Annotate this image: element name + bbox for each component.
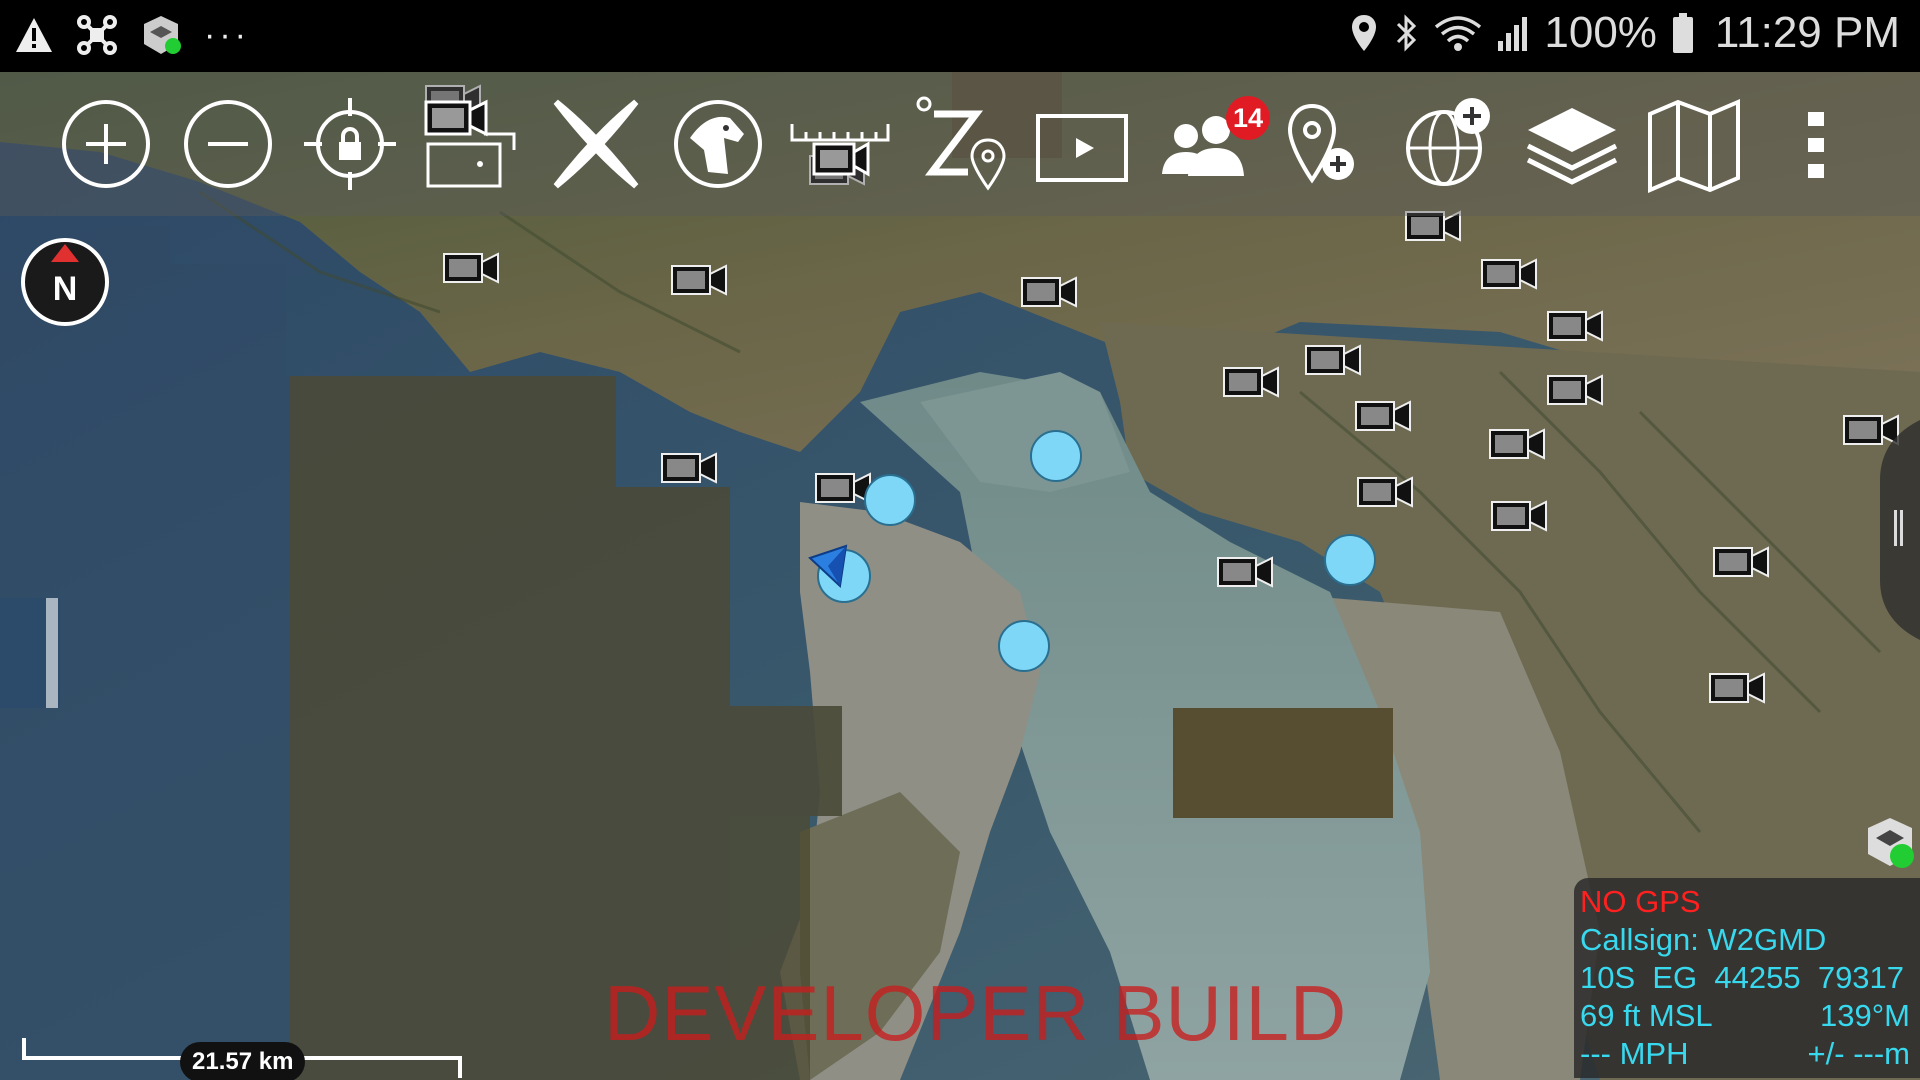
status-bar: ··· 100% 11:29 PM [0,0,1920,72]
point-dropper-button[interactable] [1278,94,1378,194]
layers-icon [1526,108,1618,185]
side-drawer-handle[interactable] [1878,420,1920,640]
video-overlay-button[interactable] [424,94,524,194]
point-marker[interactable] [864,474,916,526]
maps-button[interactable] [1644,94,1744,194]
tak-status-icon[interactable] [1862,814,1920,870]
compass-button[interactable]: N [19,236,111,328]
contacts-button[interactable]: 14 [1156,94,1270,194]
x-icon [553,99,639,189]
self-info-panel[interactable]: NO GPS Callsign: W2GMD 10S EG 44255 7931… [1574,878,1920,1078]
scale-bar: 21.57 km [22,1038,462,1080]
map-toolbar: 14 [0,72,1920,216]
video-window-icon [424,99,516,188]
video-player-button[interactable] [1034,94,1134,194]
globe-plus-icon [1406,98,1490,186]
warning-icon [14,16,54,54]
speed: --- MPH [1580,1036,1689,1071]
range-bearing-button[interactable] [912,94,1012,194]
drone-icon [76,14,118,56]
x-tool-button[interactable] [546,94,646,194]
video-marker[interactable] [1304,342,1364,378]
wifi-icon [1434,13,1482,53]
bluetooth-icon [1392,13,1420,53]
battery-percent: 100% [1544,8,1657,57]
map-view[interactable]: DEVELOPER BUILD 21.57 km NO GPS Callsign… [0,72,1920,1080]
self-position-marker[interactable] [806,540,876,610]
crosshair-lock-icon [304,98,396,190]
video-marker[interactable] [1216,554,1276,590]
clock: 11:29 PM [1714,8,1900,57]
add-point-icon [1287,103,1354,184]
video-marker[interactable] [1222,364,1282,400]
video-marker[interactable] [1020,274,1080,310]
folded-map-icon [1648,98,1740,194]
video-ruler-icon [790,124,890,177]
battery-icon [1671,12,1695,54]
range-bearing-icon [916,96,1006,191]
video-marker[interactable] [1480,256,1540,292]
layers-button[interactable] [1522,94,1622,194]
overflow-menu-button[interactable] [1766,94,1866,194]
gps-status: NO GPS [1580,884,1701,919]
video-marker[interactable] [1712,544,1772,580]
grid-coordinate: 10S EG 44255 79317 [1580,960,1905,995]
more-dots-icon: ··· [204,15,250,54]
tak-icon [140,14,182,56]
bloodhound-button[interactable] [668,94,768,194]
zoom-out-button[interactable] [178,94,278,194]
minus-circle-icon [184,100,272,188]
lock-on-self-button[interactable] [300,94,400,194]
video-alerts-button[interactable] [790,94,890,194]
video-marker[interactable] [1546,308,1606,344]
developer-build-watermark: DEVELOPER BUILD [604,969,1348,1057]
vertical-dots-icon [1808,112,1824,178]
video-marker[interactable] [660,450,720,486]
compass-north-label: N [52,270,78,308]
point-marker[interactable] [1324,534,1376,586]
play-icon [1036,114,1128,182]
bloodhound-icon [674,100,762,188]
altitude: 69 ft MSL [1580,998,1713,1033]
point-marker[interactable] [998,620,1050,672]
point-marker[interactable] [1030,430,1082,482]
video-marker[interactable] [1354,398,1414,434]
video-marker[interactable] [1356,474,1416,510]
accuracy: +/- ---m [1807,1036,1910,1071]
video-marker[interactable] [1708,670,1768,706]
zoom-in-button[interactable] [56,94,156,194]
plus-circle-icon [62,100,150,188]
video-marker[interactable] [442,250,502,286]
video-marker[interactable] [1546,372,1606,408]
signal-icon [1496,13,1530,53]
contacts-count-badge: 14 [1226,96,1270,140]
callsign: Callsign: W2GMD [1580,922,1827,957]
heading: 139°M [1820,998,1910,1033]
video-marker[interactable] [1490,498,1550,534]
scale-bar-label: 21.57 km [180,1042,306,1080]
location-icon [1350,13,1378,53]
overlay-manager-button[interactable] [1400,94,1500,194]
video-marker[interactable] [1488,426,1548,462]
video-marker[interactable] [670,262,730,298]
